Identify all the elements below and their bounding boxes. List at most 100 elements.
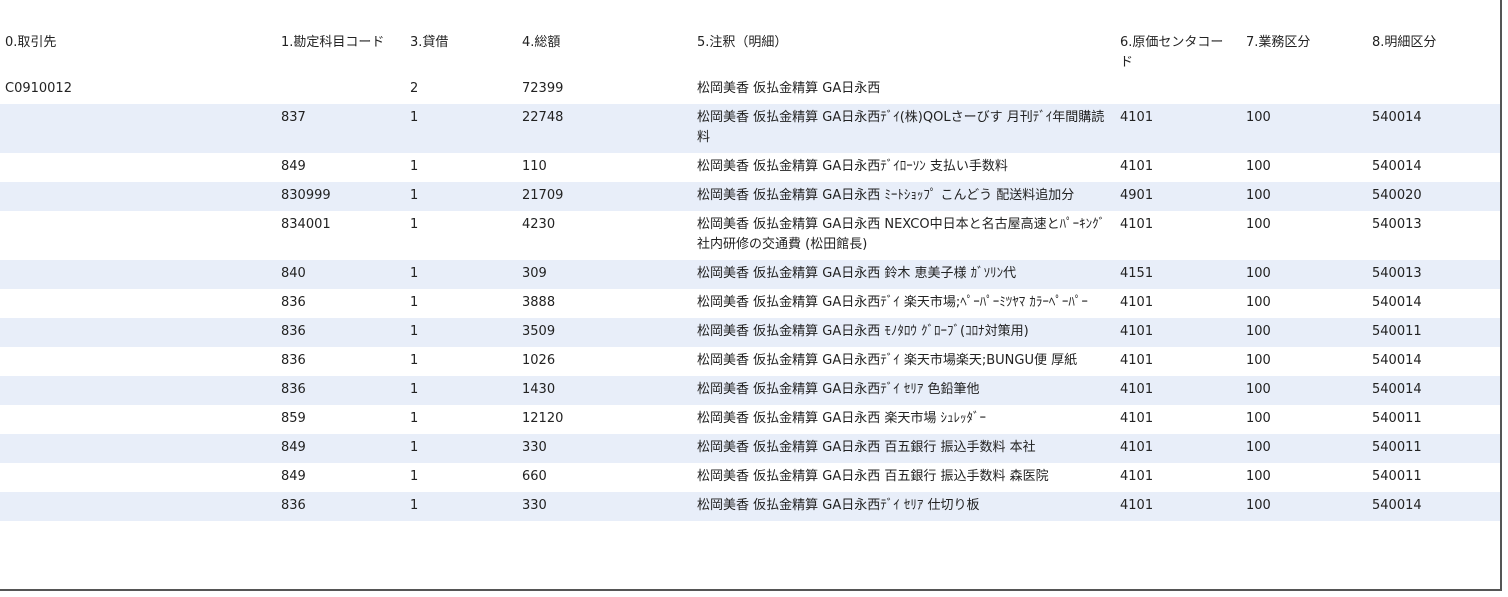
cell-detail-category: 540014 (1367, 492, 1500, 521)
cell-note: 松岡美香 仮払金精算 GA日永西ﾃﾞｲﾛｰｿﾝ 支払い手数料 (697, 159, 1008, 174)
column-header-total-amount: 4.総額 (522, 35, 561, 50)
cell-detail-category: 540014 (1372, 159, 1422, 174)
cell-total-amount: 4230 (522, 217, 556, 232)
cell-account-code: 836 (276, 492, 405, 521)
cell-total-amount: 330 (517, 492, 692, 521)
cell-cost-center: 4101 (1120, 295, 1154, 310)
cell-business-category: 100 (1241, 318, 1367, 347)
cell-partner (0, 260, 276, 289)
cell-cost-center: 4101 (1120, 469, 1154, 484)
cell-debit-credit: 1 (410, 295, 419, 310)
column-header-debit-credit: 3.貸借 (410, 35, 449, 50)
table-row: 849 1 660 松岡美香 仮払金精算 GA日永西 百五銀行 振込手数料 森医院 41… (0, 463, 1500, 492)
cell-cost-center: 4151 (1115, 260, 1241, 289)
column-header-detail-category: 8.明細区分 (1372, 35, 1437, 50)
cell-detail-category: 540011 (1372, 469, 1422, 484)
cell-debit-credit: 1 (410, 411, 419, 426)
table-row: 859 1 12120 松岡美香 仮払金精算 GA日永西 楽天市場 ｼｭﾚｯﾀﾞｰ 41… (0, 405, 1500, 434)
cell-account-code: 834001 (281, 217, 331, 232)
table-row: 836 1 3509 松岡美香 仮払金精算 GA日永西 ﾓﾉﾀﾛｳ ｸﾞﾛｰﾌﾞ(ｺﾛ… (0, 318, 1500, 347)
cell-partner: C0910012 (5, 81, 72, 96)
table-body: C0910012 2 72399 松岡美香 仮払金精算 GA日永西 837 1 22748 松… (0, 75, 1500, 521)
cell-detail-category: 540011 (1367, 318, 1500, 347)
cell-cost-center: 4101 (1120, 159, 1154, 174)
cell-business-category: 100 (1246, 217, 1271, 232)
cell-detail-category: 540011 (1372, 411, 1422, 426)
cell-partner (0, 463, 276, 492)
cell-total-amount: 1430 (517, 376, 692, 405)
cell-account-code: 849 (281, 159, 306, 174)
cell-debit-credit: 1 (410, 469, 419, 484)
cell-cost-center: 4101 (1115, 318, 1241, 347)
table-row: 837 1 22748 松岡美香 仮払金精算 GA日永西ﾃﾞｲ(株)QOLさーびす 月… (0, 104, 1500, 153)
table-row: 836 1 3888 松岡美香 仮払金精算 GA日永西ﾃﾞｲ 楽天市場;ﾍﾟｰﾊﾟｰﾐ… (0, 289, 1500, 318)
cell-business-category: 100 (1246, 411, 1271, 426)
cell-account-code: 836 (281, 353, 306, 368)
cell-business-category (1241, 75, 1367, 104)
cell-account-code: 836 (281, 295, 306, 310)
cell-detail-category: 540014 (1367, 104, 1500, 153)
cell-total-amount: 3509 (517, 318, 692, 347)
cell-cost-center: 4101 (1115, 376, 1241, 405)
column-header-business-category: 7.業務区分 (1246, 35, 1311, 50)
cell-account-code: 830999 (276, 182, 405, 211)
cell-note: 松岡美香 仮払金精算 GA日永西ﾃﾞｲ ｾﾘｱ 仕切り板 (692, 492, 1115, 521)
cell-debit-credit: 1 (410, 217, 419, 232)
cell-total-amount: 1026 (522, 353, 556, 368)
cell-business-category: 100 (1246, 469, 1271, 484)
table-row: 834001 1 4230 松岡美香 仮払金精算 GA日永西 NEXCO中日本と名古屋… (0, 211, 1500, 260)
cell-business-category: 100 (1246, 159, 1271, 174)
cell-partner (0, 492, 276, 521)
cell-detail-category (1367, 75, 1500, 104)
table-row: 836 1 1026 松岡美香 仮払金精算 GA日永西ﾃﾞｲ 楽天市場楽天;BUNGU… (0, 347, 1500, 376)
cell-cost-center: 4901 (1115, 182, 1241, 211)
cell-note: 松岡美香 仮払金精算 GA日永西 百五銀行 振込手数料 本社 (692, 434, 1115, 463)
cell-cost-center: 4101 (1115, 104, 1241, 153)
cell-account-code: 837 (276, 104, 405, 153)
table-row: 836 1 330 松岡美香 仮払金精算 GA日永西ﾃﾞｲ ｾﾘｱ 仕切り板 4101 1… (0, 492, 1500, 521)
cell-total-amount: 21709 (517, 182, 692, 211)
cell-partner (0, 182, 276, 211)
cell-account-code: 849 (281, 469, 306, 484)
cell-total-amount: 72399 (522, 81, 564, 96)
cell-partner (0, 289, 276, 318)
cell-note: 松岡美香 仮払金精算 GA日永西 (697, 81, 881, 96)
cell-detail-category: 540013 (1372, 217, 1422, 232)
cell-debit-credit: 1 (405, 182, 517, 211)
data-table-container: 0.取引先 1.勘定科目コード 3.貸借 4.総額 5.注釈（明細） 6.原価センタコード… (0, 0, 1502, 591)
cell-cost-center: 4101 (1120, 353, 1154, 368)
cell-business-category: 100 (1241, 104, 1367, 153)
cell-note: 松岡美香 仮払金精算 GA日永西 ﾓﾉﾀﾛｳ ｸﾞﾛｰﾌﾞ(ｺﾛﾅ対策用) (692, 318, 1115, 347)
cell-detail-category: 540014 (1372, 295, 1422, 310)
cell-cost-center (1115, 75, 1241, 104)
cell-debit-credit: 1 (405, 492, 517, 521)
cell-total-amount: 660 (522, 469, 547, 484)
cell-debit-credit: 1 (405, 104, 517, 153)
cell-note: 松岡美香 仮払金精算 GA日永西ﾃﾞｲ(株)QOLさーびす 月刊ﾃﾞｲ年間購読料 (692, 104, 1115, 153)
cell-note: 松岡美香 仮払金精算 GA日永西 NEXCO中日本と名古屋高速とﾊﾟｰｷﾝｸﾞ … (697, 217, 1106, 252)
cell-total-amount: 309 (517, 260, 692, 289)
cell-partner (0, 211, 276, 260)
cell-business-category: 100 (1241, 260, 1367, 289)
cell-business-category: 100 (1246, 295, 1271, 310)
cell-total-amount: 12120 (522, 411, 564, 426)
header-row: 0.取引先 1.勘定科目コード 3.貸借 4.総額 5.注釈（明細） 6.原価センタコード… (0, 0, 1500, 75)
table-row: 840 1 309 松岡美香 仮払金精算 GA日永西 鈴木 恵美子様 ｶﾞｿﾘﾝ代 41… (0, 260, 1500, 289)
cell-detail-category: 540013 (1367, 260, 1500, 289)
journal-table: 0.取引先 1.勘定科目コード 3.貸借 4.総額 5.注釈（明細） 6.原価センタコード… (0, 0, 1500, 521)
cell-account-code: 859 (281, 411, 306, 426)
cell-cost-center: 4101 (1120, 217, 1154, 232)
cell-debit-credit: 1 (410, 159, 419, 174)
cell-business-category: 100 (1241, 492, 1367, 521)
cell-partner (0, 153, 276, 182)
cell-note: 松岡美香 仮払金精算 GA日永西ﾃﾞｲ 楽天市場;ﾍﾟｰﾊﾟｰﾐﾂﾔﾏ ｶﾗｰﾍ… (697, 295, 1088, 310)
cell-debit-credit: 1 (405, 318, 517, 347)
table-header: 0.取引先 1.勘定科目コード 3.貸借 4.総額 5.注釈（明細） 6.原価センタコード… (0, 0, 1500, 75)
table-row: 830999 1 21709 松岡美香 仮払金精算 GA日永西 ﾐｰﾄｼｮｯﾌﾟ こん… (0, 182, 1500, 211)
cell-business-category: 100 (1241, 376, 1367, 405)
cell-note: 松岡美香 仮払金精算 GA日永西 鈴木 恵美子様 ｶﾞｿﾘﾝ代 (692, 260, 1115, 289)
cell-account-code: 836 (276, 376, 405, 405)
cell-account-code: 840 (276, 260, 405, 289)
cell-cost-center: 4101 (1115, 434, 1241, 463)
cell-partner (0, 405, 276, 434)
